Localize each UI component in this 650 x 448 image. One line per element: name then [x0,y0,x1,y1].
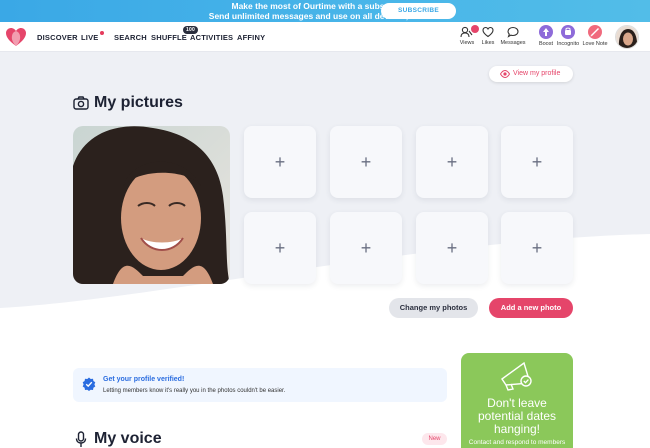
nav-messages[interactable]: Messages [499,26,527,46]
top-nav: DISCOVER LIVE SEARCH SHUFFLE 100 ACTIVIT… [0,22,650,52]
verify-description: Letting members know it's really you in … [103,388,286,394]
add-photo-button[interactable]: Add a new photo [489,298,573,318]
nav-love-note[interactable]: Love Note [581,25,609,47]
nav-love-note-label: Love Note [582,41,608,47]
add-photo-slot-6[interactable]: + [330,212,402,284]
add-photo-slot-4[interactable]: + [501,126,573,198]
add-photo-slot-3[interactable]: + [416,126,488,198]
chat-icon [507,26,519,38]
nav-incognito[interactable]: Incognito [554,25,582,47]
promo-card[interactable]: Don't leave potential dates hanging! Con… [461,353,573,448]
add-photo-slot-2[interactable]: + [330,126,402,198]
add-photo-slot-8[interactable]: + [501,212,573,284]
change-photos-button[interactable]: Change my photos [389,298,478,318]
user-avatar[interactable] [615,25,639,49]
nav-affiny[interactable]: AFFINY [237,33,265,42]
nav-live-label: LIVE [81,33,99,42]
nav-messages-label: Messages [500,40,526,46]
my-pictures-title: My pictures [94,94,183,111]
live-indicator-dot [100,31,105,35]
new-badge: New [422,433,447,445]
subscribe-button[interactable]: SUBSCRIBE [381,3,456,19]
add-photo-slot-5[interactable]: + [244,212,316,284]
nav-likes[interactable]: Likes [474,26,502,46]
add-photo-slot-7[interactable]: + [416,212,488,284]
eye-icon [500,70,510,78]
nav-shuffle[interactable]: SHUFFLE 100 [151,26,198,42]
add-photo-slot-1[interactable]: + [244,126,316,198]
view-profile-button[interactable]: View my profile [489,66,573,82]
nav-live[interactable]: LIVE [81,31,105,42]
promo-headline: Don't leave potential dates hanging! [461,397,573,436]
nav-search[interactable]: SEARCH [114,33,147,42]
nav-activities[interactable]: ACTIVITIES [190,33,233,42]
nav-discover[interactable]: DISCOVER [37,33,78,42]
view-profile-label: View my profile [513,70,561,77]
banner-subline: Send unlimited messages and use on all d… [208,11,442,21]
camera-icon [73,96,89,110]
ourtime-logo-icon[interactable] [5,27,27,47]
incognito-icon [561,25,575,39]
subscription-banner: Make the most of Ourtime with a subscrip… [0,0,650,22]
nav-likes-label: Likes [481,40,495,46]
promo-subtext: Contact and respond to members [468,439,566,446]
love-note-icon [588,25,602,39]
nav-shuffle-label: SHUFFLE [151,33,187,42]
verify-profile-card[interactable]: Get your profile verified! Letting membe… [73,368,447,402]
my-voice-title: My voice [94,430,162,447]
microphone-icon [75,431,87,447]
megaphone-icon [501,361,532,391]
verify-title: Get your profile verified! [103,376,185,383]
promo-line-3: hanging! [493,422,541,436]
heart-icon [482,26,494,38]
banner-headline: Make the most of Ourtime with a subscrip… [231,1,419,11]
main-profile-photo[interactable] [73,126,230,284]
verified-badge-icon [82,377,96,391]
boost-icon [539,25,553,39]
nav-incognito-label: Incognito [556,41,580,47]
